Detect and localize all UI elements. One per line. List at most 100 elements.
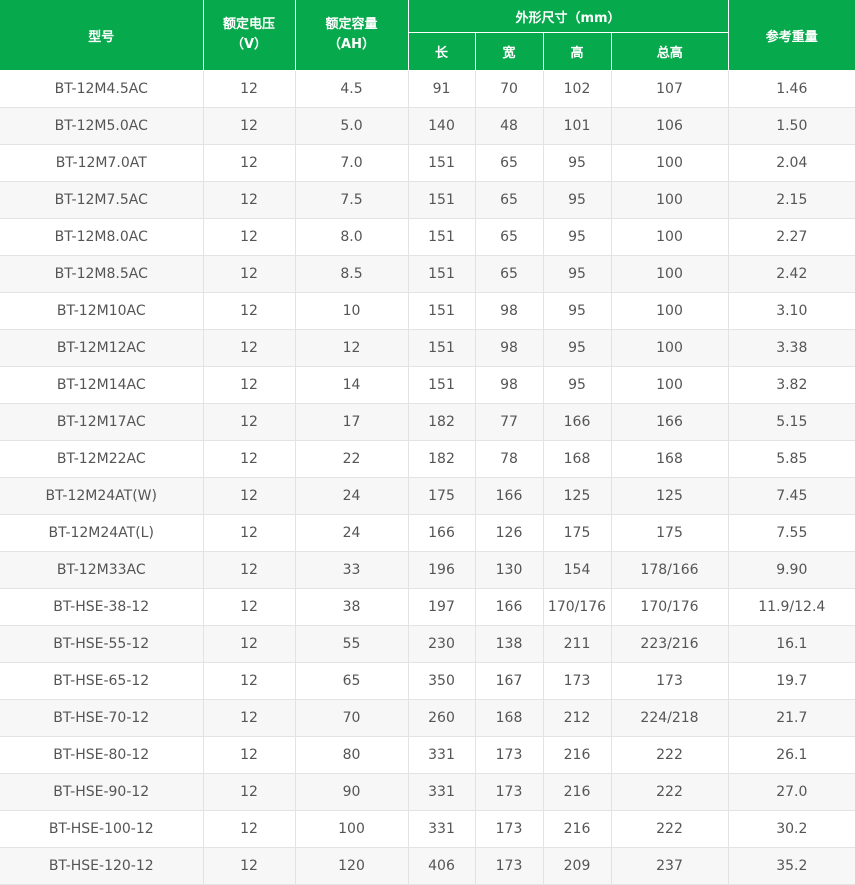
model-cell: BT-HSE-100-12 xyxy=(0,810,204,848)
header-length: 长 xyxy=(408,32,476,71)
length-cell: 91 xyxy=(408,70,476,108)
weight-cell: 9.90 xyxy=(728,551,855,589)
width-cell: 166 xyxy=(475,588,544,626)
total-height-cell: 175 xyxy=(611,514,729,552)
total-height-cell: 100 xyxy=(611,292,729,330)
weight-cell: 2.15 xyxy=(728,181,855,219)
voltage-cell: 12 xyxy=(203,292,296,330)
length-cell: 151 xyxy=(408,218,476,256)
voltage-cell: 12 xyxy=(203,70,296,108)
model-cell: BT-12M8.5AC xyxy=(0,255,204,293)
table-row: BT-HSE-55-12 12 55 230 138 211 223/216 16.1 xyxy=(0,625,855,663)
length-cell: 350 xyxy=(408,662,476,700)
capacity-cell: 22 xyxy=(295,440,409,478)
header-dimensions: 外形尺寸（mm） xyxy=(408,0,729,33)
table-row: BT-12M14AC 12 14 151 98 95 100 3.82 xyxy=(0,366,855,404)
height-cell: 102 xyxy=(543,70,612,108)
length-cell: 197 xyxy=(408,588,476,626)
voltage-cell: 12 xyxy=(203,218,296,256)
weight-cell: 30.2 xyxy=(728,810,855,848)
total-height-cell: 222 xyxy=(611,773,729,811)
table-row: BT-12M24AT(L) 12 24 166 126 175 175 7.55 xyxy=(0,514,855,552)
capacity-cell: 80 xyxy=(295,736,409,774)
weight-cell: 21.7 xyxy=(728,699,855,737)
weight-cell: 7.55 xyxy=(728,514,855,552)
capacity-cell: 17 xyxy=(295,403,409,441)
capacity-cell: 24 xyxy=(295,477,409,515)
height-cell: 95 xyxy=(543,366,612,404)
width-cell: 173 xyxy=(475,847,544,885)
model-cell: BT-HSE-55-12 xyxy=(0,625,204,663)
length-cell: 151 xyxy=(408,292,476,330)
table-row: BT-HSE-38-12 12 38 197 166 170/176 170/176 11.9… xyxy=(0,588,855,626)
model-cell: BT-12M5.0AC xyxy=(0,107,204,145)
length-cell: 230 xyxy=(408,625,476,663)
height-cell: 166 xyxy=(543,403,612,441)
weight-cell: 7.45 xyxy=(728,477,855,515)
height-cell: 95 xyxy=(543,144,612,182)
header-width: 宽 xyxy=(475,32,544,71)
table-row: BT-HSE-90-12 12 90 331 173 216 222 27.0 xyxy=(0,773,855,811)
width-cell: 166 xyxy=(475,477,544,515)
table-row: BT-HSE-120-12 12 120 406 173 209 237 35.2 xyxy=(0,847,855,885)
width-cell: 48 xyxy=(475,107,544,145)
voltage-cell: 12 xyxy=(203,144,296,182)
height-cell: 170/176 xyxy=(543,588,612,626)
capacity-cell: 120 xyxy=(295,847,409,885)
length-cell: 182 xyxy=(408,403,476,441)
voltage-cell: 12 xyxy=(203,699,296,737)
voltage-cell: 12 xyxy=(203,255,296,293)
height-cell: 168 xyxy=(543,440,612,478)
model-cell: BT-12M22AC xyxy=(0,440,204,478)
header-total-height: 总高 xyxy=(611,32,729,71)
height-cell: 154 xyxy=(543,551,612,589)
model-cell: BT-12M7.5AC xyxy=(0,181,204,219)
capacity-cell: 14 xyxy=(295,366,409,404)
length-cell: 182 xyxy=(408,440,476,478)
table-row: BT-12M7.0AT 12 7.0 151 65 95 100 2.04 xyxy=(0,144,855,182)
table-row: BT-12M4.5AC 12 4.5 91 70 102 107 1.46 xyxy=(0,70,855,108)
length-cell: 260 xyxy=(408,699,476,737)
total-height-cell: 100 xyxy=(611,366,729,404)
height-cell: 216 xyxy=(543,773,612,811)
weight-cell: 2.04 xyxy=(728,144,855,182)
voltage-cell: 12 xyxy=(203,810,296,848)
width-cell: 98 xyxy=(475,329,544,367)
model-cell: BT-12M4.5AC xyxy=(0,70,204,108)
voltage-cell: 12 xyxy=(203,588,296,626)
length-cell: 175 xyxy=(408,477,476,515)
capacity-cell: 90 xyxy=(295,773,409,811)
total-height-cell: 166 xyxy=(611,403,729,441)
height-cell: 216 xyxy=(543,736,612,774)
table-row: BT-12M10AC 12 10 151 98 95 100 3.10 xyxy=(0,292,855,330)
weight-cell: 2.27 xyxy=(728,218,855,256)
header-voltage-unit: （V） xyxy=(230,37,268,52)
table-row: BT-HSE-70-12 12 70 260 168 212 224/218 21.7 xyxy=(0,699,855,737)
model-cell: BT-HSE-120-12 xyxy=(0,847,204,885)
header-capacity: 额定容量 （AH） xyxy=(295,0,409,71)
weight-cell: 5.15 xyxy=(728,403,855,441)
capacity-cell: 8.0 xyxy=(295,218,409,256)
width-cell: 65 xyxy=(475,255,544,293)
length-cell: 151 xyxy=(408,366,476,404)
table-row: BT-12M17AC 12 17 182 77 166 166 5.15 xyxy=(0,403,855,441)
capacity-cell: 8.5 xyxy=(295,255,409,293)
total-height-cell: 100 xyxy=(611,329,729,367)
weight-cell: 26.1 xyxy=(728,736,855,774)
header-voltage: 额定电压 （V） xyxy=(203,0,296,71)
table-row: BT-12M12AC 12 12 151 98 95 100 3.38 xyxy=(0,329,855,367)
width-cell: 78 xyxy=(475,440,544,478)
width-cell: 168 xyxy=(475,699,544,737)
width-cell: 126 xyxy=(475,514,544,552)
height-cell: 173 xyxy=(543,662,612,700)
voltage-cell: 12 xyxy=(203,551,296,589)
table-row: BT-12M8.5AC 12 8.5 151 65 95 100 2.42 xyxy=(0,255,855,293)
battery-spec-table: 型号 额定电压 （V） 额定容量 （AH） 外形尺寸（mm） 参考重量 长 宽 … xyxy=(0,0,855,885)
weight-cell: 2.42 xyxy=(728,255,855,293)
total-height-cell: 125 xyxy=(611,477,729,515)
total-height-cell: 100 xyxy=(611,255,729,293)
height-cell: 95 xyxy=(543,329,612,367)
table-row: BT-12M22AC 12 22 182 78 168 168 5.85 xyxy=(0,440,855,478)
weight-cell: 16.1 xyxy=(728,625,855,663)
weight-cell: 3.82 xyxy=(728,366,855,404)
